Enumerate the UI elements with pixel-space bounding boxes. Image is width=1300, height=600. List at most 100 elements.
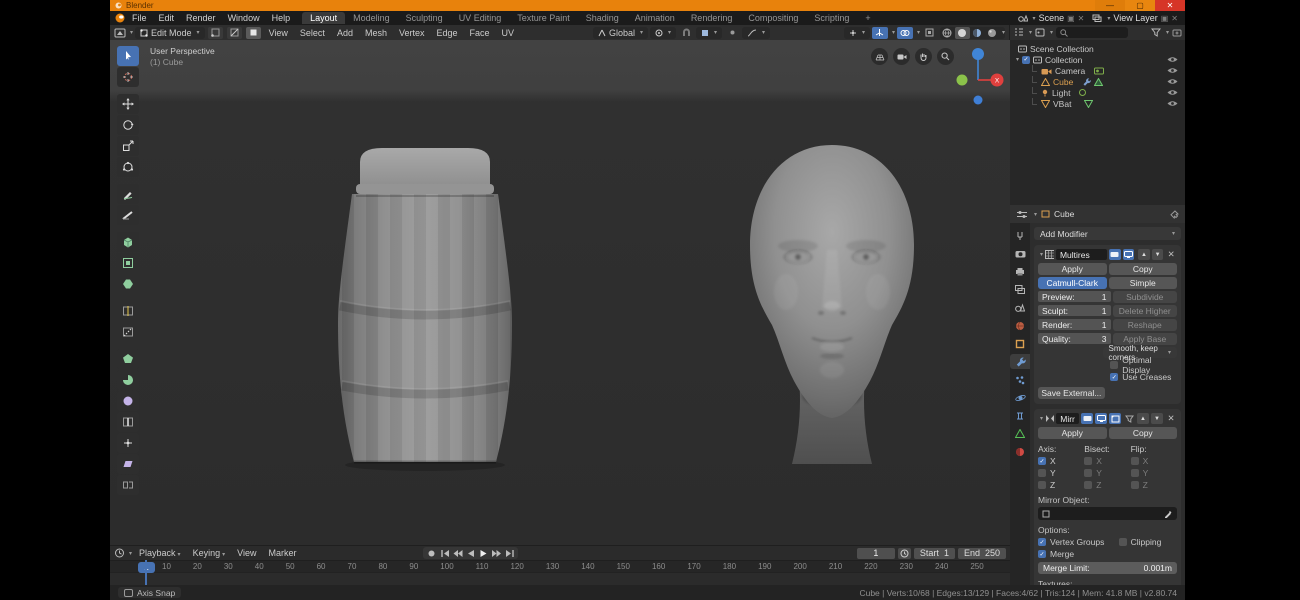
bisect-y-checkbox[interactable] <box>1084 469 1092 477</box>
solid-shading-button[interactable] <box>955 27 970 39</box>
xray-toggle[interactable] <box>922 27 938 39</box>
add-modifier-dropdown[interactable]: Add Modifier ▾ <box>1034 227 1181 240</box>
mesh-barrel[interactable] <box>338 148 512 471</box>
unlink-scene-icon[interactable]: ✕ <box>1078 14 1085 23</box>
workspace-tab-rendering[interactable]: Rendering <box>683 12 741 24</box>
menu-keying[interactable]: Keying▾ <box>188 548 231 558</box>
outliner-row-camera[interactable]: Camera <box>1010 65 1185 76</box>
flip-z-checkbox[interactable] <box>1131 481 1139 489</box>
use-creases-checkbox[interactable]: ✓ <box>1110 373 1118 381</box>
face-select-toggle[interactable] <box>246 27 261 39</box>
new-layer-icon[interactable]: ▣ <box>1161 14 1169 23</box>
snap-settings-dropdown[interactable]: ▾ <box>696 27 722 39</box>
tool-select-box[interactable] <box>117 46 139 66</box>
3d-viewport[interactable]: User Perspective (1) Cube X <box>110 40 1010 545</box>
move-modifier-down-button[interactable]: ▼ <box>1152 249 1164 260</box>
quality-field[interactable]: Quality:3 <box>1038 333 1111 344</box>
modifier-name-field[interactable]: Mirr <box>1056 413 1079 424</box>
clipping-checkbox[interactable] <box>1119 538 1127 546</box>
tab-particles[interactable] <box>1010 372 1030 387</box>
axis-y-checkbox[interactable] <box>1038 469 1046 477</box>
next-keyframe-button[interactable] <box>490 547 503 559</box>
tab-render[interactable] <box>1010 246 1030 261</box>
pin-icon[interactable] <box>1170 210 1179 219</box>
remove-modifier-button[interactable]: ✕ <box>1165 413 1177 424</box>
tool-edge-slide[interactable] <box>117 412 139 432</box>
title-bar[interactable]: Blender — ▢ ✕ <box>110 0 1185 11</box>
show-gizmo-dropdown[interactable]: ▾ <box>844 27 870 39</box>
menu-edit[interactable]: Edit <box>153 13 181 23</box>
tool-inset-faces[interactable] <box>117 253 139 273</box>
workspace-tab-layout[interactable]: Layout <box>302 12 345 24</box>
menu-help[interactable]: Help <box>266 13 297 23</box>
tool-spin[interactable] <box>117 370 139 390</box>
modifier-name-field[interactable]: Multires <box>1056 249 1107 260</box>
transform-orientation-dropdown[interactable]: Global ▾ <box>593 27 648 39</box>
move-modifier-up-button[interactable]: ▲ <box>1137 413 1149 424</box>
cage-toggle[interactable] <box>1123 413 1135 424</box>
viewport-visibility-toggle[interactable] <box>1095 413 1107 424</box>
tab-object-data[interactable] <box>1010 426 1030 441</box>
expand-arrow-icon[interactable]: ▾ <box>1040 415 1043 422</box>
workspace-tab-shading[interactable]: Shading <box>578 12 627 24</box>
outliner-row-cube[interactable]: Cube <box>1010 76 1185 87</box>
vertex-groups-checkbox[interactable]: ✓ <box>1038 538 1046 546</box>
proportional-editing-toggle[interactable] <box>724 27 740 39</box>
zoom-view-button[interactable] <box>937 48 954 65</box>
playhead-line[interactable] <box>145 560 147 586</box>
tool-annotate[interactable] <box>117 184 139 204</box>
record-button[interactable] <box>425 547 438 559</box>
tool-move[interactable] <box>117 94 139 114</box>
tool-shear[interactable] <box>117 454 139 474</box>
menu-face[interactable]: Face <box>465 28 495 38</box>
delete-higher-button[interactable]: Delete Higher <box>1113 305 1178 317</box>
menu-uv[interactable]: UV <box>497 28 520 38</box>
menu-view-timeline[interactable]: View <box>232 548 261 558</box>
tab-material[interactable] <box>1010 444 1030 459</box>
tool-rip-region[interactable] <box>117 475 139 495</box>
use-preview-range-toggle[interactable] <box>898 548 911 559</box>
mirror-copy-button[interactable]: Copy <box>1109 427 1178 439</box>
viewport-visibility-toggle[interactable] <box>1123 249 1135 260</box>
gizmo-z-negative-axis[interactable] <box>974 96 983 105</box>
minimize-button[interactable]: — <box>1095 0 1125 11</box>
close-button[interactable]: ✕ <box>1155 0 1185 11</box>
hide-toggle-eye-icon[interactable] <box>1167 78 1178 85</box>
render-visibility-toggle[interactable] <box>1081 413 1093 424</box>
tool-scale[interactable] <box>117 136 139 156</box>
menu-vertex[interactable]: Vertex <box>394 28 430 38</box>
tool-bevel[interactable] <box>117 274 139 294</box>
new-scene-icon[interactable]: ▣ <box>1067 14 1075 23</box>
axis-z-checkbox[interactable] <box>1038 481 1046 489</box>
material-shading-button[interactable] <box>970 27 985 39</box>
tool-measure[interactable] <box>117 205 139 225</box>
vertex-select-toggle[interactable] <box>208 27 223 39</box>
flip-x-checkbox[interactable] <box>1131 457 1139 465</box>
wireframe-shading-button[interactable] <box>940 27 955 39</box>
overlays-toggle[interactable] <box>897 27 913 39</box>
sculpt-level-field[interactable]: Sculpt:1 <box>1038 305 1111 316</box>
menu-select[interactable]: Select <box>295 28 330 38</box>
gizmo-z-axis[interactable] <box>972 48 984 60</box>
expand-arrow-icon[interactable]: ▾ <box>1040 251 1043 258</box>
tool-poly-build[interactable] <box>117 349 139 369</box>
tool-smooth[interactable] <box>117 391 139 411</box>
new-collection-icon[interactable] <box>1172 28 1182 37</box>
tab-scene[interactable] <box>1010 300 1030 315</box>
optimal-display-checkbox[interactable] <box>1110 361 1118 369</box>
menu-add[interactable]: Add <box>332 28 358 38</box>
edge-select-toggle[interactable] <box>227 27 242 39</box>
simple-button[interactable]: Simple <box>1109 277 1178 289</box>
multires-copy-button[interactable]: Copy <box>1109 263 1178 275</box>
menu-window[interactable]: Window <box>222 13 266 23</box>
tool-rotate[interactable] <box>117 115 139 135</box>
outliner-row-scene-collection[interactable]: Scene Collection <box>1010 43 1185 54</box>
previous-keyframe-button[interactable] <box>451 547 464 559</box>
tab-output[interactable] <box>1010 264 1030 279</box>
tab-constraints[interactable] <box>1010 408 1030 423</box>
save-external-button[interactable]: Save External... <box>1038 387 1105 399</box>
tab-tool[interactable] <box>1010 228 1030 243</box>
falloff-dropdown[interactable]: ▾ <box>742 27 770 39</box>
snap-toggle[interactable] <box>678 27 694 39</box>
menu-mesh[interactable]: Mesh <box>360 28 392 38</box>
